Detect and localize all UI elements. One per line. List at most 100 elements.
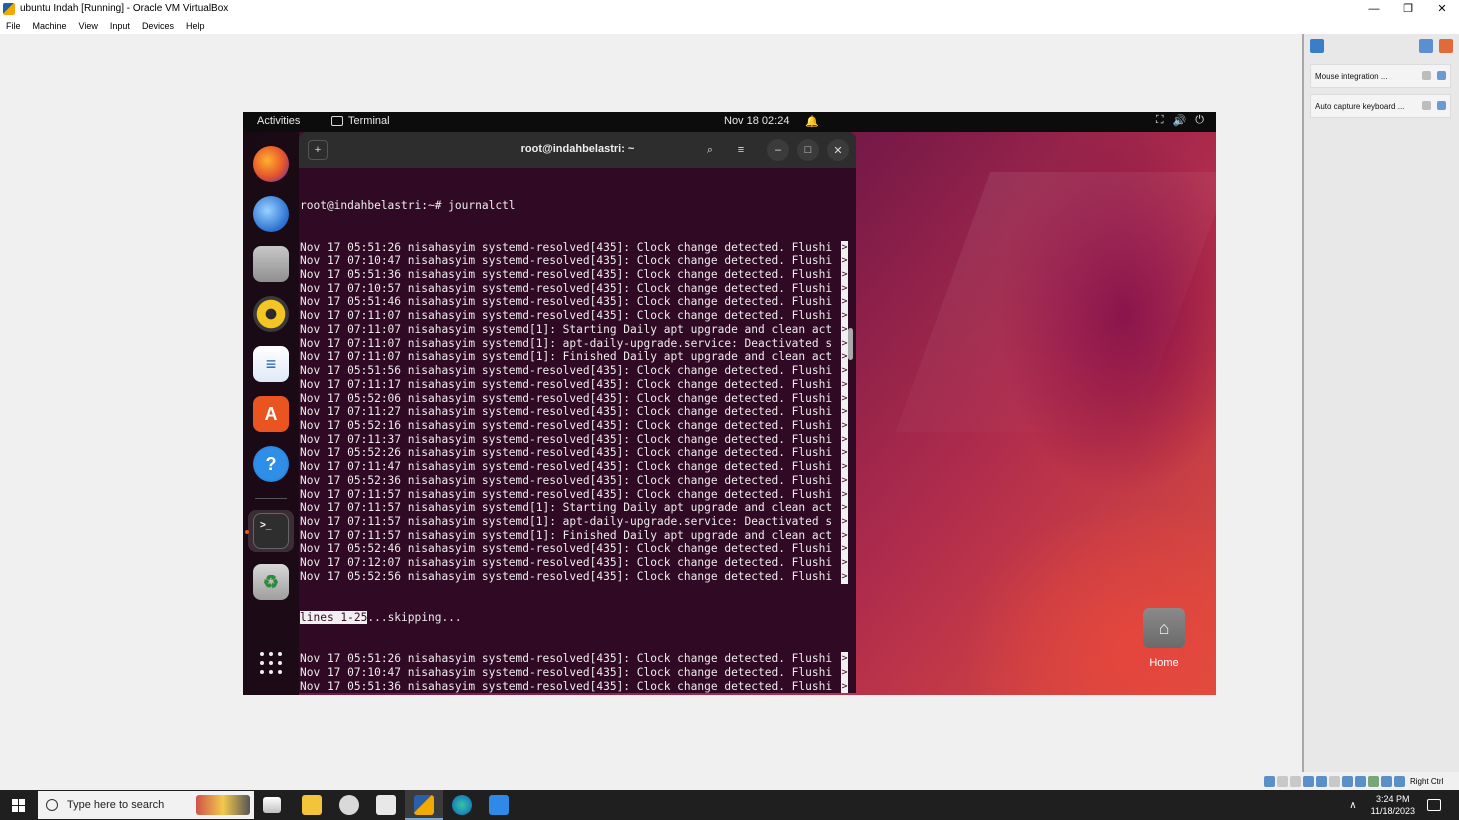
- gnome-top-bar: Activities Terminal Nov 18 02:24 🔔 ⛶ 🔊 ⏻: [243, 112, 1216, 132]
- start-button[interactable]: [0, 790, 36, 820]
- hamburger-menu-icon[interactable]: ≡: [730, 139, 752, 161]
- notification-bell-icon[interactable]: 🔔: [805, 115, 819, 128]
- libreoffice-writer-icon[interactable]: ≡: [253, 346, 289, 382]
- notification-center-icon[interactable]: [1310, 39, 1324, 53]
- terminal-scrollbar[interactable]: [848, 328, 853, 360]
- restore-button[interactable]: ❐: [1391, 0, 1425, 17]
- line-truncated-marker: >: [841, 460, 848, 474]
- log-text: Nov 17 07:11:17 nisahasyim systemd-resol…: [300, 377, 833, 391]
- line-truncated-marker: >: [841, 377, 848, 392]
- terminal-maximize-button[interactable]: □: [797, 139, 819, 161]
- log-text: Nov 17 07:11:07 nisahasyim systemd[1]: a…: [300, 336, 833, 350]
- show-hidden-icons-icon[interactable]: ∧: [1349, 800, 1356, 811]
- menu-help[interactable]: Help: [186, 21, 205, 31]
- task-view-icon[interactable]: [263, 797, 281, 813]
- line-truncated-marker: >: [841, 542, 848, 557]
- keyboard-icon[interactable]: [1394, 776, 1405, 787]
- mail-app-icon[interactable]: [339, 795, 359, 815]
- terminal-app-icon[interactable]: >_: [253, 513, 289, 549]
- terminal-icon: [331, 116, 343, 126]
- dock-separator: [255, 498, 287, 499]
- log-text: Nov 17 07:11:07 nisahasyim systemd[1]: S…: [300, 322, 833, 336]
- 3d-viewer-icon[interactable]: [376, 795, 396, 815]
- firefox-icon[interactable]: [253, 146, 289, 182]
- virtualbox-taskbar-icon[interactable]: [414, 795, 434, 815]
- display-icon[interactable]: [1342, 776, 1353, 787]
- panel-close-icon[interactable]: [1439, 39, 1453, 53]
- log-line: Nov 17 07:11:07 nisahasyim systemd-resol…: [300, 309, 848, 323]
- trash-icon[interactable]: ♻: [253, 564, 289, 600]
- line-truncated-marker: >: [841, 528, 848, 543]
- line-truncated-marker: >: [841, 432, 848, 447]
- terminal-output[interactable]: root@indahbelastri:~# journalctl Nov 17 …: [299, 168, 856, 693]
- thunderbird-icon[interactable]: [253, 196, 289, 232]
- dismiss-icon[interactable]: [1437, 71, 1446, 80]
- system-tray[interactable]: ⛶ 🔊 ⏻: [1156, 114, 1204, 127]
- taskbar-search[interactable]: Type here to search: [38, 791, 254, 819]
- search-icon[interactable]: ⌕: [699, 139, 721, 161]
- minimize-button[interactable]: —: [1357, 0, 1391, 17]
- pager-status: lines 1-25: [300, 611, 368, 624]
- cpu-icon[interactable]: [1368, 776, 1379, 787]
- log-line: Nov 17 05:52:06 nisahasyim systemd-resol…: [300, 391, 848, 406]
- window-title: ubuntu Indah [Running] - Oracle VM Virtu…: [20, 3, 229, 14]
- log-line: Nov 17 07:11:47 nisahasyim systemd-resol…: [300, 460, 848, 474]
- mouse-integration-icon[interactable]: [1381, 776, 1392, 787]
- line-truncated-marker: >: [841, 487, 848, 502]
- virtualbox-icon: [3, 2, 15, 15]
- log-text: Nov 17 07:11:07 nisahasyim systemd-resol…: [300, 309, 833, 323]
- menu-input[interactable]: Input: [110, 21, 130, 31]
- show-apps-icon[interactable]: [260, 652, 282, 674]
- optical-drive-icon[interactable]: [1277, 776, 1288, 787]
- files-icon[interactable]: [253, 246, 289, 282]
- clock[interactable]: Nov 18 02:24: [724, 115, 789, 127]
- log-text: Nov 17 07:11:57 nisahasyim systemd[1]: F…: [300, 528, 833, 542]
- mute-icon[interactable]: [1422, 71, 1431, 80]
- terminal-window[interactable]: + root@indahbelastri: ~ ⌕ ≡ – □ ✕ root@i…: [299, 132, 856, 693]
- edge-browser-icon[interactable]: [452, 795, 472, 815]
- shared-folders-icon[interactable]: [1329, 776, 1340, 787]
- photos-app-icon[interactable]: [489, 795, 509, 815]
- rhythmbox-icon[interactable]: [253, 296, 289, 332]
- terminal-header-bar[interactable]: + root@indahbelastri: ~ ⌕ ≡ – □ ✕: [299, 132, 856, 168]
- action-center-icon[interactable]: [1427, 799, 1441, 811]
- panel-toolbar: [1304, 34, 1459, 58]
- network-icon: ⛶: [1155, 114, 1164, 126]
- log-text: Nov 17 05:51:46 nisahasyim systemd-resol…: [300, 295, 833, 309]
- dismiss-icon[interactable]: [1437, 101, 1446, 110]
- help-icon[interactable]: ?: [253, 446, 289, 482]
- terminal-minimize-button[interactable]: –: [767, 139, 789, 161]
- file-explorer-icon[interactable]: [302, 795, 322, 815]
- close-button[interactable]: ✕: [1425, 0, 1459, 17]
- menu-view[interactable]: View: [79, 21, 98, 31]
- power-icon: ⏻: [1195, 114, 1204, 126]
- activities-button[interactable]: Activities: [257, 115, 300, 127]
- panel-toggle-icon[interactable]: [1419, 39, 1433, 53]
- log-text: Nov 17 05:51:56 nisahasyim systemd-resol…: [300, 364, 833, 378]
- software-center-icon[interactable]: A: [253, 396, 289, 432]
- recording-icon[interactable]: [1355, 776, 1366, 787]
- line-truncated-marker: >: [841, 473, 848, 488]
- ubuntu-desktop: Activities Terminal Nov 18 02:24 🔔 ⛶ 🔊 ⏻…: [243, 112, 1216, 695]
- menu-machine[interactable]: Machine: [33, 21, 67, 31]
- audio-icon[interactable]: [1290, 776, 1301, 787]
- mute-icon[interactable]: [1422, 101, 1431, 110]
- hard-disk-icon[interactable]: [1264, 776, 1275, 787]
- usb-icon[interactable]: [1316, 776, 1327, 787]
- menu-devices[interactable]: Devices: [142, 21, 174, 31]
- line-truncated-marker: >: [841, 391, 848, 406]
- terminal-close-button[interactable]: ✕: [827, 139, 849, 161]
- notification-auto-capture[interactable]: Auto capture keyboard ...: [1310, 94, 1451, 118]
- line-truncated-marker: >: [841, 652, 848, 666]
- log-line: Nov 17 07:11:17 nisahasyim systemd-resol…: [300, 377, 848, 392]
- network-icon[interactable]: [1303, 776, 1314, 787]
- home-folder-icon[interactable]: ⌂: [1143, 608, 1185, 648]
- menu-file[interactable]: File: [6, 21, 21, 31]
- line-truncated-marker: >: [841, 350, 848, 365]
- notification-mouse-integration[interactable]: Mouse integration ...: [1310, 64, 1451, 88]
- line-truncated-marker: >: [841, 446, 848, 461]
- log-line: Nov 17 05:51:26 nisahasyim systemd-resol…: [300, 240, 848, 255]
- log-line: Nov 17 07:11:57 nisahasyim systemd[1]: a…: [300, 514, 848, 529]
- taskbar-clock[interactable]: 3:24 PM 11/18/2023: [1371, 793, 1415, 817]
- app-menu[interactable]: Terminal: [331, 115, 390, 127]
